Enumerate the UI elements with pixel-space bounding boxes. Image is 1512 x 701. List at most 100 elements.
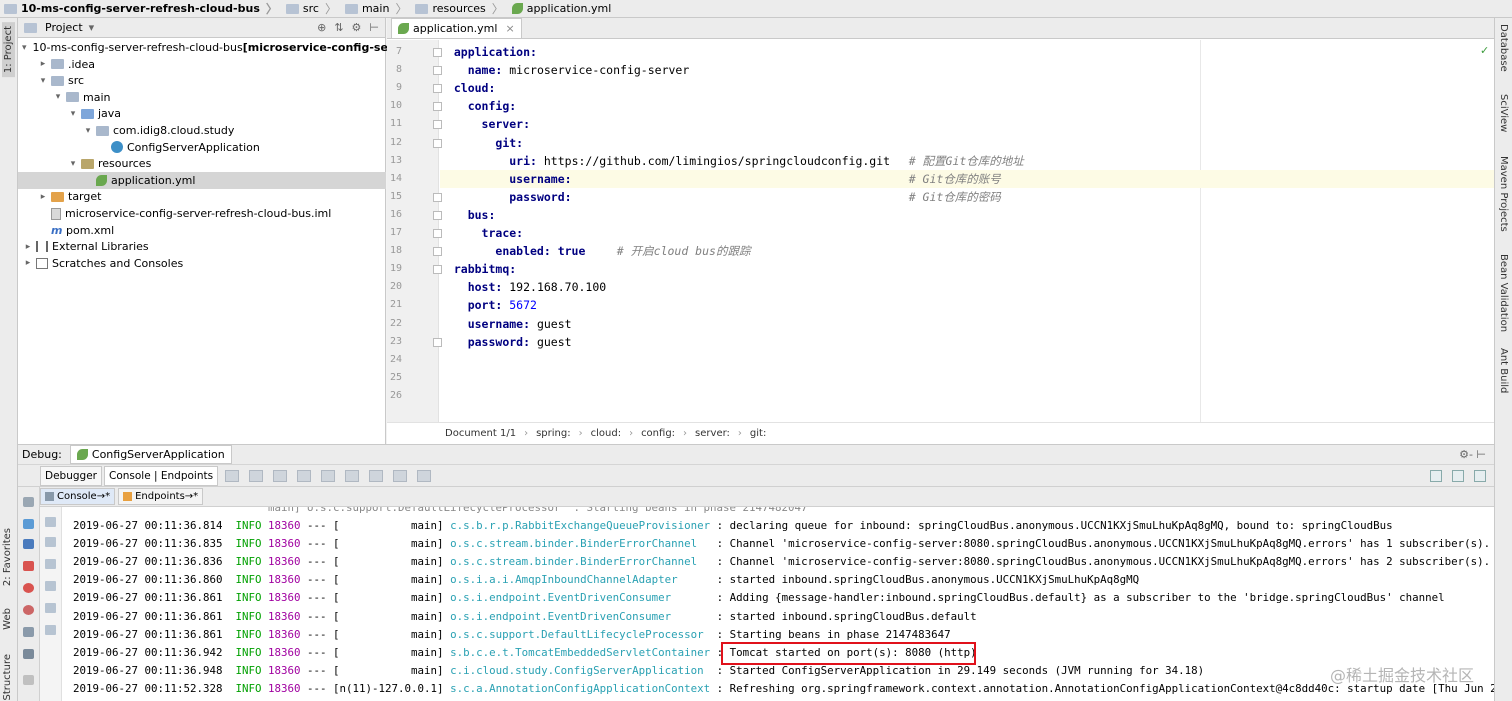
- tool-tab-database[interactable]: Database: [1498, 24, 1509, 72]
- tree-item[interactable]: ▾ resources: [18, 155, 386, 172]
- chevron-right-icon[interactable]: ▸: [22, 258, 34, 268]
- tool-tab-maven[interactable]: Maven Projects: [1498, 156, 1509, 232]
- gear-icon[interactable]: [23, 649, 34, 659]
- collapse-icon[interactable]: ⇅: [334, 21, 343, 34]
- tree-item[interactable]: m pom.xml: [18, 222, 386, 239]
- step-over-icon[interactable]: [249, 469, 264, 482]
- clear-all-icon[interactable]: [45, 625, 56, 635]
- yaml-breadcrumb-item[interactable]: git:: [750, 428, 766, 439]
- view-breakpoints-icon[interactable]: [23, 583, 34, 593]
- crumb-project[interactable]: 10-ms-config-server-refresh-cloud-bus 〉: [0, 0, 282, 18]
- chevron-down-icon[interactable]: ▾: [82, 126, 94, 136]
- yaml-breadcrumb-item[interactable]: spring:: [536, 428, 571, 439]
- tree-item[interactable]: ▾ com.idig8.cloud.study: [18, 122, 386, 139]
- trace-icon[interactable]: [417, 469, 432, 482]
- resume-icon[interactable]: [23, 519, 34, 529]
- yaml-key: server:: [481, 117, 531, 132]
- editor-tab-application-yml[interactable]: application.yml ×: [391, 18, 522, 38]
- step-into-icon[interactable]: [273, 469, 288, 482]
- tool-tab-sciview[interactable]: SciView: [1498, 94, 1509, 132]
- tree-item[interactable]: ▾ java: [18, 105, 386, 122]
- rerun-icon[interactable]: [23, 497, 34, 507]
- chevron-right-icon[interactable]: ▸: [37, 59, 49, 69]
- line-number: 9: [395, 82, 402, 94]
- code-line: config:: [440, 97, 1494, 115]
- chevron-right-icon[interactable]: ▸: [37, 192, 49, 202]
- chevron-down-icon[interactable]: ▾: [22, 43, 27, 53]
- tab-debugger[interactable]: Debugger: [40, 465, 102, 486]
- drop-frame-icon[interactable]: [345, 469, 360, 482]
- evaluate-icon[interactable]: [393, 469, 408, 482]
- yaml-breadcrumb-item[interactable]: config:: [641, 428, 675, 439]
- log-thread: --- [ main]: [300, 645, 451, 659]
- crumb-file[interactable]: application.yml: [508, 0, 615, 18]
- gear-icon[interactable]: ⚙: [352, 21, 362, 34]
- chevron-down-icon[interactable]: ▾: [37, 76, 49, 86]
- tab-console-endpoints[interactable]: Console | Endpoints: [103, 465, 219, 486]
- yaml-breadcrumb-item[interactable]: server:: [695, 428, 730, 439]
- stop-icon[interactable]: [23, 561, 34, 571]
- yaml-value: microservice-config-server: [502, 63, 690, 78]
- settings-icon[interactable]: [1452, 470, 1464, 482]
- down-icon[interactable]: [45, 537, 56, 547]
- chevron-down-icon[interactable]: ▾: [52, 92, 64, 102]
- close-icon[interactable]: ×: [505, 22, 514, 35]
- step-out-icon[interactable]: [321, 469, 336, 482]
- tree-item[interactable]: ConfigServerApplication: [18, 139, 386, 156]
- log-message: : Channel 'microservice-config-server:80…: [710, 537, 1491, 551]
- pause-icon[interactable]: [23, 539, 34, 549]
- log-pid: 18360: [268, 519, 301, 532]
- subtab-endpoints-label: Endpoints→*: [135, 491, 199, 502]
- subtab-endpoints[interactable]: Endpoints→*: [118, 488, 204, 505]
- console-log-line: 2019-06-27 00:11:36.814 INFO 18360 --- […: [73, 517, 1393, 535]
- mute-breakpoints-icon[interactable]: [23, 605, 34, 615]
- camera-icon[interactable]: [23, 627, 34, 637]
- locate-icon[interactable]: ⊕: [317, 21, 326, 34]
- tree-item[interactable]: ▾ 10-ms-config-server-refresh-cloud-bus […: [18, 39, 449, 56]
- print-icon[interactable]: [45, 603, 56, 613]
- restore-layout-icon[interactable]: [1430, 470, 1442, 482]
- soft-wrap-icon[interactable]: [45, 559, 56, 569]
- code-area[interactable]: application: name: microservice-config-s…: [440, 40, 1494, 422]
- folder-icon: [51, 59, 64, 70]
- run-to-cursor-icon[interactable]: [369, 469, 384, 482]
- tree-item[interactable]: ▾ main: [18, 89, 386, 106]
- tree-item[interactable]: ▸ target: [18, 188, 386, 205]
- tool-tab-ant-build[interactable]: Ant Build: [1498, 348, 1509, 393]
- yaml-breadcrumb-item[interactable]: Document 1/1: [445, 428, 516, 439]
- crumb-src[interactable]: src 〉: [282, 0, 341, 18]
- hide-icon[interactable]: ⊢: [369, 21, 379, 34]
- console-output[interactable]: main] o.s.c.support.DefaultLifecycleProc…: [62, 507, 1494, 701]
- show-execution-point-icon[interactable]: [225, 469, 240, 482]
- tree-item[interactable]: ▸ External Libraries: [18, 238, 386, 255]
- up-icon[interactable]: [45, 517, 56, 527]
- force-step-into-icon[interactable]: [297, 469, 312, 482]
- chevron-right-icon: 〉: [324, 2, 337, 16]
- tool-tab-web[interactable]: Web: [2, 608, 13, 630]
- tool-tab-project[interactable]: 1: Project: [2, 22, 15, 78]
- chevron-down-icon[interactable]: ▾: [89, 21, 95, 34]
- tree-item[interactable]: ▸ .idea: [18, 56, 386, 73]
- tree-item[interactable]: ▾ src: [18, 72, 386, 89]
- tree-item[interactable]: application.yml: [18, 171, 386, 189]
- chevron-right-icon[interactable]: ▸: [22, 242, 34, 252]
- project-view-selector[interactable]: Project: [45, 21, 83, 34]
- edit-icon[interactable]: [1474, 470, 1486, 482]
- subtab-console[interactable]: Console→*: [40, 488, 116, 505]
- pin-icon[interactable]: [23, 675, 34, 685]
- tool-tab-bean-validation[interactable]: Bean Validation: [1498, 254, 1509, 332]
- tool-tab-structure[interactable]: Structure: [2, 654, 13, 701]
- chevron-down-icon[interactable]: ▾: [67, 109, 79, 119]
- yaml-breadcrumb-item[interactable]: cloud:: [591, 428, 621, 439]
- crumb-resources[interactable]: resources 〉: [411, 0, 507, 18]
- yaml-key: password:: [467, 334, 531, 349]
- tree-item[interactable]: microservice-config-server-refresh-cloud…: [18, 205, 386, 222]
- chevron-down-icon[interactable]: ▾: [67, 159, 79, 169]
- crumb-main[interactable]: main 〉: [341, 0, 412, 18]
- gear-icon[interactable]: ⚙- ⊢: [1459, 448, 1486, 461]
- scroll-to-end-icon[interactable]: [45, 581, 56, 591]
- debug-config-tab[interactable]: ConfigServerApplication: [69, 445, 232, 464]
- tree-item[interactable]: ▸ Scratches and Consoles: [18, 255, 386, 272]
- editor-tab-label: application.yml: [413, 22, 498, 35]
- tool-tab-favorites[interactable]: 2: Favorites: [2, 528, 13, 586]
